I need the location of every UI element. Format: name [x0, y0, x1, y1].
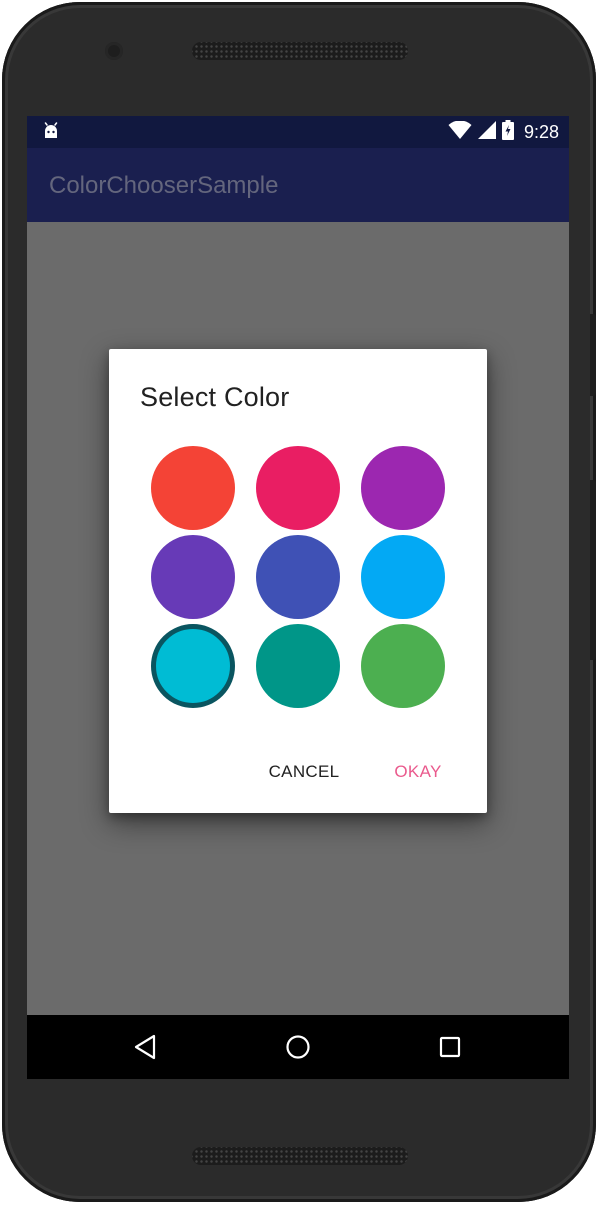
cancel-button[interactable]: CANCEL [259, 754, 349, 790]
navigation-bar [27, 1015, 569, 1079]
recents-icon[interactable] [430, 1027, 470, 1067]
status-clock: 9:28 [523, 121, 559, 142]
color-swatch-purple[interactable] [361, 446, 445, 530]
back-icon[interactable] [125, 1027, 165, 1067]
color-swatch-grid [151, 446, 445, 708]
volume-button [590, 480, 596, 660]
power-button [590, 314, 596, 396]
okay-button[interactable]: OKAY [388, 754, 448, 790]
home-icon[interactable] [278, 1027, 318, 1067]
dialog-title: Select Color [140, 382, 290, 412]
color-swatch-red[interactable] [151, 446, 235, 530]
android-icon [42, 122, 60, 145]
select-color-dialog: Select Color CANCEL OKAY [109, 349, 487, 813]
wifi-icon [448, 120, 472, 144]
color-swatch-green[interactable] [361, 624, 445, 708]
color-swatch-cyan[interactable] [151, 624, 235, 708]
color-swatch-deep-purple[interactable] [151, 535, 235, 619]
color-swatch-teal[interactable] [256, 624, 340, 708]
signal-icon [477, 120, 496, 144]
status-icons: 9:28 [448, 116, 559, 148]
color-swatch-indigo[interactable] [256, 535, 340, 619]
color-swatch-pink[interactable] [256, 446, 340, 530]
dialog-actions: CANCEL OKAY [109, 754, 487, 790]
status-bar: 9:28 [27, 116, 569, 148]
top-speaker-grille [192, 42, 408, 60]
app-bar: ColorChooserSample [27, 148, 569, 222]
battery-charging-icon [501, 119, 514, 145]
color-swatch-light-blue[interactable] [361, 535, 445, 619]
screen: 9:28 ColorChooserSample Select Color CAN… [27, 116, 569, 1079]
app-title: ColorChooserSample [49, 172, 279, 199]
bottom-speaker-grille [192, 1147, 408, 1165]
front-camera [105, 42, 123, 60]
